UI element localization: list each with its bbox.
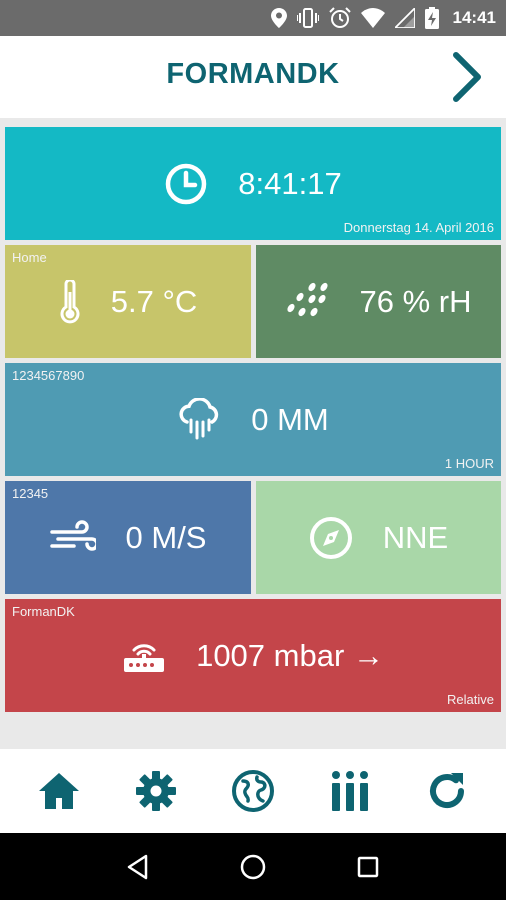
router-icon [124,643,165,672]
thermometer-icon [60,279,80,323]
signal-icon [394,8,415,28]
globe-icon [231,770,274,812]
home-circle-icon [240,854,266,879]
humidity-icon [286,282,328,316]
back-icon [127,854,147,879]
bars-icon [332,771,369,811]
nav-home-button[interactable] [34,766,84,816]
app-title: FORMANDK [166,58,340,90]
clock-tile[interactable]: 8:41:17 Donnerstag 14. April 2016 [5,127,501,240]
system-navigation [0,833,506,900]
wind-speed-tile[interactable]: 12345 0 M/S [5,481,251,594]
rain-cloud-icon [179,397,219,439]
alarm-icon [328,7,351,28]
humidity-value: 76 % rH [359,283,472,319]
clock-time: 8:41:17 [238,165,342,201]
nav-refresh-button[interactable] [422,766,472,816]
pressure-value: 1007 mbar → [196,637,384,673]
rain-content: 0 MM [5,363,501,476]
humidity-content: 76 % rH [256,245,501,358]
rain-value: 0 MM [251,401,329,437]
wind-icon [49,519,96,551]
system-back-button[interactable] [116,845,160,889]
compass-icon [309,516,352,559]
wind-speed-content: 0 M/S [5,481,251,594]
temperature-content: 5.7 °C [5,245,251,358]
pressure-mode: Relative [447,692,494,707]
rain-period: 1 HOUR [444,456,494,471]
chevron-right-icon [453,52,481,102]
status-time: 14:41 [452,8,496,27]
nav-globe-button[interactable] [228,766,278,816]
pressure-content: 1007 mbar → [5,599,501,712]
wind-speed-value: 0 M/S [125,519,207,555]
system-home-button[interactable] [231,845,275,889]
wind-direction-content: NNE [256,481,501,594]
bottom-navigation [0,749,506,833]
vibrate-icon [296,8,319,28]
next-page-button[interactable] [446,50,486,104]
humidity-tile[interactable]: 76 % rH [256,245,501,358]
status-bar: 14:41 [0,0,506,36]
refresh-icon [430,773,465,808]
pressure-tile[interactable]: FormanDK 1007 mbar → Relative [5,599,501,712]
rain-tile[interactable]: 1234567890 0 MM 1 HOUR [5,363,501,476]
wind-direction-tile[interactable]: NNE [256,481,501,594]
app-bar: FORMANDK [0,36,506,118]
temperature-value: 5.7 °C [110,283,198,319]
recents-icon [358,856,379,877]
clock-date: Donnerstag 14. April 2016 [343,220,494,235]
nav-stats-button[interactable] [325,766,375,816]
status-icons: 14:41 [270,0,496,36]
nav-settings-button[interactable] [131,766,181,816]
system-recents-button[interactable] [346,845,390,889]
gear-icon [135,771,176,811]
temperature-tile[interactable]: Home 5.7 °C [5,245,251,358]
clock-icon [166,163,207,204]
wind-direction-value: NNE [382,519,449,555]
location-icon [270,8,287,28]
battery-charging-icon [424,7,439,29]
home-icon [38,773,79,809]
wifi-icon [360,8,385,28]
